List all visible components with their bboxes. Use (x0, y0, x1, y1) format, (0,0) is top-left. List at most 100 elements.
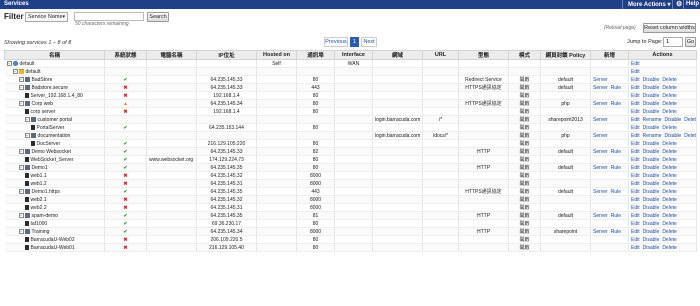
collapse-toggle-icon[interactable]: − (18, 84, 24, 90)
column-header[interactable]: 網頁封鎖 Policy (540, 50, 591, 60)
column-header[interactable]: 名稱 (4, 50, 105, 60)
delete-link[interactable]: Delete (662, 221, 676, 227)
delete-link[interactable]: Delete (662, 213, 676, 219)
delete-link[interactable]: Delete (662, 237, 676, 243)
delete-link[interactable]: Delete (662, 173, 676, 179)
delete-link[interactable]: Delete (662, 181, 676, 187)
table-row[interactable]: − documentation login.barracuda.com/docs/*… (4, 131, 697, 140)
disable-link[interactable]: Disable (643, 197, 660, 203)
edit-link[interactable]: Edit (631, 117, 640, 123)
go-button[interactable]: Go (685, 37, 696, 47)
collapse-toggle-icon[interactable]: − (12, 68, 18, 74)
disable-link[interactable]: Disable (643, 125, 660, 131)
column-header[interactable]: Actions (628, 50, 697, 60)
table-row[interactable]: BarracudaU-Web01 ✖ 216.129.105.40 80 開啟 Edit D… (4, 243, 697, 252)
column-header[interactable]: 模式 (508, 50, 541, 60)
edit-link[interactable]: Edit (631, 213, 640, 219)
previous-page-button[interactable]: Previous (324, 37, 348, 47)
edit-link[interactable]: Edit (631, 165, 640, 171)
current-page[interactable]: 1 (350, 37, 359, 47)
edit-link[interactable]: Edit (631, 205, 640, 211)
disable-link[interactable]: Disable (665, 133, 682, 139)
edit-link[interactable]: Edit (631, 149, 640, 155)
disable-link[interactable]: Disable (643, 189, 660, 195)
table-row[interactable]: − Badstore.secure ✖ 64.235.145.33 443 HTTPS通訊… (4, 83, 697, 92)
add-server-link[interactable]: Server (593, 85, 608, 91)
table-row[interactable]: − spam-demo ✔ 64.235.145.35 81 HTTP 開啟 default S… (4, 211, 697, 220)
column-header[interactable]: Hosted on (256, 50, 297, 60)
add-rule-link[interactable]: Rule (611, 149, 621, 155)
collapse-toggle-icon[interactable]: − (18, 228, 24, 234)
disable-link[interactable]: Disable (643, 237, 660, 243)
column-header[interactable]: IP位址 (196, 50, 257, 60)
table-row[interactable]: BarracudaU-Web02 ✖ 206.109.220.5 80 開啟 Edit Di… (4, 235, 697, 244)
rename-link[interactable]: Rename (643, 117, 662, 123)
add-rule-link[interactable]: Rule (611, 85, 621, 91)
collapse-toggle-icon[interactable]: − (24, 116, 30, 122)
edit-link[interactable]: Edit (631, 189, 640, 195)
edit-link[interactable]: Edit (631, 125, 640, 131)
next-page-button[interactable]: Next (361, 37, 377, 47)
collapse-toggle-icon[interactable]: − (18, 100, 24, 106)
reload-page-link[interactable]: (Reload page) (604, 25, 636, 31)
disable-link[interactable]: Disable (665, 117, 682, 123)
add-server-link[interactable]: Server (593, 133, 608, 139)
edit-link[interactable]: Edit (631, 93, 640, 99)
table-row[interactable]: − Corp web ▲ 64.235.145.34 80 HTTPS通訊協定 開啟 php S… (4, 99, 697, 108)
edit-link[interactable]: Edit (631, 237, 640, 243)
table-row[interactable]: DocServer ✔ 216.129.105.220 80 開啟 Edit Disable… (4, 139, 697, 148)
edit-link[interactable]: Edit (631, 85, 640, 91)
jump-page-input[interactable] (663, 37, 683, 47)
table-row[interactable]: web1.1 ✖ 64.235.145.32 8000 開啟 Edit Disable Del… (4, 171, 697, 180)
edit-link[interactable]: Edit (631, 181, 640, 187)
delete-link[interactable]: Delete (662, 85, 676, 91)
add-server-link[interactable]: Server (593, 229, 608, 235)
disable-link[interactable]: Disable (643, 173, 660, 179)
add-rule-link[interactable]: Rule (611, 189, 621, 195)
edit-link[interactable]: Edit (631, 109, 640, 115)
disable-link[interactable]: Disable (643, 85, 660, 91)
delete-link[interactable]: Delete (662, 101, 676, 107)
column-header[interactable]: 通訊埠 (296, 50, 335, 60)
search-input[interactable] (74, 12, 144, 21)
table-row[interactable]: − customer portal login.barracuda.com/* 開啟 s… (4, 115, 697, 124)
column-header[interactable]: Interface (334, 50, 373, 60)
collapse-toggle-icon[interactable]: − (18, 188, 24, 194)
edit-link[interactable]: Edit (631, 221, 640, 227)
collapse-toggle-icon[interactable]: − (18, 212, 24, 218)
table-row[interactable]: − Demo Websocket ✔ 64.235.145.33 82 HTTP 開啟 def… (4, 147, 697, 156)
delete-link[interactable]: Delete (662, 149, 676, 155)
disable-link[interactable]: Disable (643, 101, 660, 107)
table-row[interactable]: WebSocket_Server ✔ www.websocket.org 174.12… (4, 155, 697, 164)
add-server-link[interactable]: Server (593, 213, 608, 219)
table-row[interactable]: corp server ✖ 192.168.1.4 80 開啟 Edit Disable De… (4, 107, 697, 116)
column-header[interactable]: URL (422, 50, 459, 60)
edit-link[interactable]: Edit (631, 173, 640, 179)
add-rule-link[interactable]: Rule (611, 229, 621, 235)
table-row[interactable]: − Demo1 ✔ 64.235.145.35 80 HTTP 開啟 default Serve… (4, 163, 697, 172)
collapse-toggle-icon[interactable]: − (6, 60, 12, 66)
disable-link[interactable]: Disable (643, 181, 660, 187)
table-row[interactable]: − Demo1.https ✔ 64.235.145.35 443 HTTPS通訊協定 開啟… (4, 187, 697, 196)
gear-icon[interactable]: ⚙ (676, 0, 682, 8)
add-rule-link[interactable]: Rule (611, 165, 621, 171)
column-header[interactable]: 電腦名稱 (146, 50, 197, 60)
disable-link[interactable]: Disable (643, 93, 660, 99)
delete-link[interactable]: Delete (662, 229, 676, 235)
edit-link[interactable]: Edit (631, 101, 640, 107)
edit-link[interactable]: Edit (631, 133, 640, 139)
table-row[interactable]: − BadStore ✔ 64.235.145.33 80 Redirect Servic… (4, 75, 697, 84)
collapse-toggle-icon[interactable]: − (18, 76, 24, 82)
add-rule-link[interactable]: Rule (611, 213, 621, 219)
table-row[interactable]: − default Self WAN Edit (4, 59, 697, 68)
disable-link[interactable]: Disable (643, 141, 660, 147)
reset-column-widths-button[interactable]: Reset column widths (643, 23, 696, 33)
delete-link[interactable]: Delete (662, 189, 676, 195)
disable-link[interactable]: Disable (643, 245, 660, 251)
edit-link[interactable]: Edit (631, 141, 640, 147)
delete-link[interactable]: Delete (662, 197, 676, 203)
table-row[interactable]: web2.2 ✖ 64.235.145.31 8000 開啟 Edit Disable Del… (4, 203, 697, 212)
table-row[interactable]: Server_192.168.1.4_80 ✖ 192.168.1.4 80 開啟 Edi… (4, 91, 697, 100)
delete-link[interactable]: Delete (662, 157, 676, 163)
disable-link[interactable]: Disable (643, 77, 660, 83)
